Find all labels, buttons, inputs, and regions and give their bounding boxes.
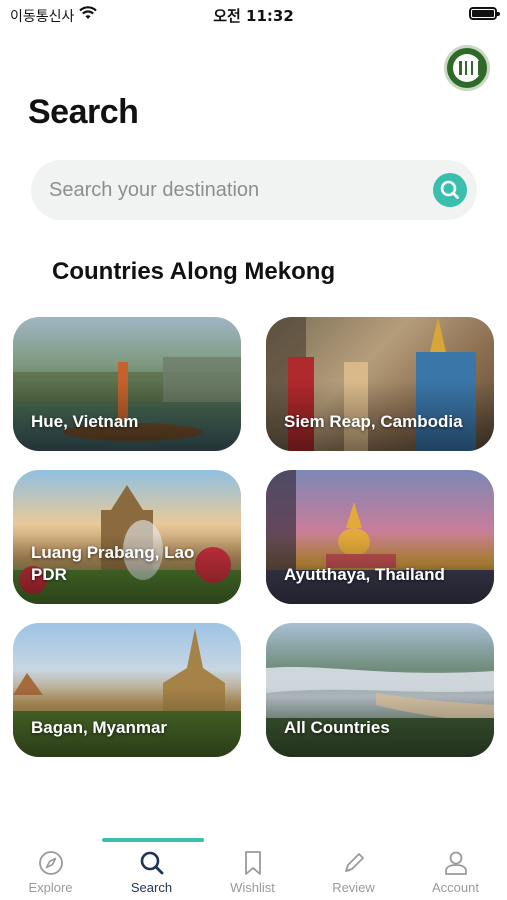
destination-label: Luang Prabang, Lao PDR (31, 543, 195, 584)
tab-label: Search (130, 880, 173, 895)
destination-card-bagan[interactable]: Bagan, Myanmar (13, 623, 241, 757)
search-button[interactable] (433, 173, 467, 207)
destination-label: Bagan, Myanmar (31, 718, 168, 737)
search-icon (140, 851, 163, 875)
tab-account[interactable]: Account (405, 848, 506, 900)
tab-label: Wishlist (230, 880, 275, 895)
active-tab-indicator (102, 838, 204, 842)
tab-wishlist[interactable]: Wishlist (202, 848, 303, 900)
destination-card-hue[interactable]: Hue, Vietnam (13, 317, 241, 451)
tab-review[interactable]: Review (303, 848, 404, 900)
destination-card-ayutthaya[interactable]: Ayutthaya, Thailand (266, 470, 494, 604)
heritage-logo[interactable] (444, 45, 490, 91)
battery-icon (469, 7, 500, 20)
destination-label: Siem Reap, Cambodia (284, 412, 463, 431)
tab-explore[interactable]: Explore (0, 848, 101, 900)
pencil-icon (344, 853, 364, 872)
destination-label: Hue, Vietnam (31, 412, 139, 431)
destination-label: All Countries (284, 718, 390, 737)
destination-label: Ayutthaya, Thailand (284, 565, 445, 584)
search-icon (440, 180, 459, 199)
logo-emblem (453, 54, 481, 82)
tab-label: Explore (28, 880, 73, 895)
destination-card-luang-prabang[interactable]: Luang Prabang, Lao PDR (13, 470, 241, 604)
tab-search[interactable]: Search (101, 848, 202, 900)
search-bar[interactable] (31, 160, 477, 220)
search-input[interactable] (49, 160, 419, 220)
tab-label: Account (432, 880, 479, 895)
page-title: Search (28, 93, 139, 131)
section-title: Countries Along Mekong (52, 258, 336, 285)
destination-card-all-countries[interactable]: All Countries (266, 623, 494, 757)
status-bar: 이동통신사 오전 11:32 (0, 0, 507, 30)
compass-icon (38, 851, 63, 875)
status-time: 오전 11:32 (213, 7, 294, 25)
tab-label: Review (332, 880, 375, 895)
bookmark-icon (244, 851, 261, 875)
person-icon (444, 851, 467, 875)
destination-card-siem-reap[interactable]: Siem Reap, Cambodia (266, 317, 494, 451)
